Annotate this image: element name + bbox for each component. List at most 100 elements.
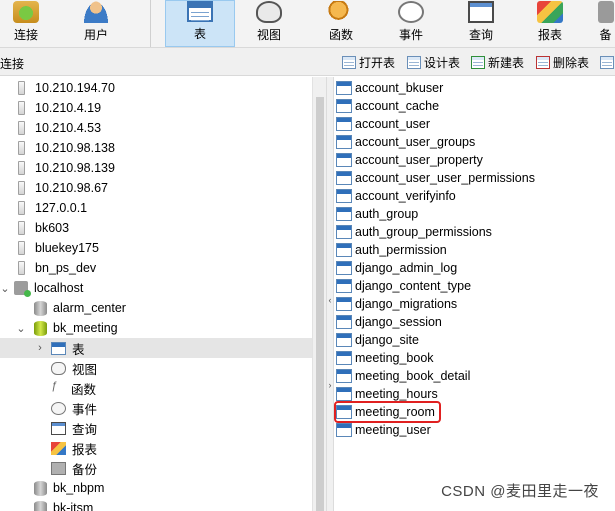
table-list-item[interactable]: auth_group_permissions (336, 223, 496, 241)
toolbar-button-view[interactable]: 视图 (240, 0, 298, 47)
toolbar-button-function[interactable]: 函数 (312, 0, 370, 47)
tree-item-events[interactable]: 事件 (0, 398, 312, 418)
main-toolbar: 连接 用户 表 视图 函数 事件 查询 报表 备 (0, 0, 615, 48)
tree-item-host[interactable]: ⌄ localhost (0, 278, 312, 298)
backup-icon (597, 1, 614, 23)
tree-item-database[interactable]: bk_nbpm (0, 478, 312, 498)
table-list-item[interactable]: auth_permission (336, 241, 451, 259)
table-list-item[interactable]: account_verifyinfo (336, 187, 460, 205)
tree-item-views[interactable]: 视图 (0, 358, 312, 378)
chevron-right-icon[interactable]: › (35, 342, 45, 354)
table-icon (187, 1, 213, 22)
table-list-item[interactable]: meeting_book (336, 349, 438, 367)
table-list-item[interactable]: meeting_user (336, 421, 435, 439)
report-icon (537, 1, 563, 23)
toolbar-label: 视图 (256, 28, 281, 42)
tree-item-label: 视图 (72, 362, 98, 377)
tree-item-server[interactable]: bn_ps_dev (0, 258, 312, 278)
event-icon (51, 401, 66, 415)
tree-item-database[interactable]: alarm_center (0, 298, 312, 318)
toolbar-button-event[interactable]: 事件 (382, 0, 440, 47)
scrollbar-thumb[interactable] (316, 97, 324, 511)
function-icon: ƒ (51, 380, 58, 392)
server-icon (18, 141, 25, 155)
tree-item-server[interactable]: 10.210.194.70 (0, 78, 312, 98)
table-list-item[interactable]: account_cache (336, 97, 443, 115)
table-icon (336, 135, 352, 149)
chevron-down-icon[interactable]: ⌄ (0, 282, 10, 295)
tree-item-server[interactable]: 10.210.98.139 (0, 158, 312, 178)
table-icon (336, 81, 352, 95)
tree-item-label: bk_meeting (53, 321, 118, 335)
tree-item-tables[interactable]: › 表 (0, 338, 312, 358)
table-list-item[interactable]: django_content_type (336, 277, 475, 295)
table-list-item[interactable]: auth_group (336, 205, 422, 223)
tree-item-database[interactable]: bk-itsm (0, 498, 312, 511)
tree-item-server[interactable]: 10.210.4.53 (0, 118, 312, 138)
chevron-down-icon[interactable]: ⌄ (16, 322, 26, 335)
tree-item-label: 函数 (71, 382, 97, 397)
delete-table-icon (536, 55, 550, 69)
tree-item-functions[interactable]: ƒ 函数 (0, 378, 312, 398)
toolbar-label: 查询 (468, 28, 493, 42)
toolbar-button-report[interactable]: 报表 (521, 0, 579, 47)
table-name: meeting_room (355, 405, 435, 419)
more-actions-button[interactable] (600, 53, 615, 71)
server-icon (18, 241, 25, 255)
table-list-item[interactable]: django_session (336, 313, 446, 331)
server-icon (18, 201, 25, 215)
tree-item-queries[interactable]: 查询 (0, 418, 312, 438)
table-list-item[interactable]: account_user_groups (336, 133, 479, 151)
tree-item-server[interactable]: 127.0.0.1 (0, 198, 312, 218)
toolbar-button-table[interactable]: 表 (165, 0, 235, 47)
tree-item-label: 127.0.0.1 (35, 201, 88, 215)
table-list-item[interactable]: account_user_property (336, 151, 487, 169)
table-name: account_user (355, 117, 431, 131)
tree-item-server[interactable]: bluekey175 (0, 238, 312, 258)
table-list-item[interactable]: account_user (336, 115, 434, 133)
tree-item-label: alarm_center (53, 301, 126, 315)
table-name: django_content_type (355, 279, 472, 293)
table-icon (600, 55, 614, 69)
tree-item-reports[interactable]: 报表 (0, 438, 312, 458)
table-list-item[interactable]: django_site (336, 331, 423, 349)
table-list-item[interactable]: account_user_user_permissions (336, 169, 539, 187)
toolbar-button-user[interactable]: 用户 (70, 0, 122, 47)
table-name: meeting_hours (355, 387, 438, 401)
table-list-item[interactable]: django_migrations (336, 295, 461, 313)
tree-item-database[interactable]: ⌄ bk_meeting (0, 318, 312, 338)
connection-tree: 10.210.194.70 10.210.4.19 10.210.4.53 10… (0, 77, 326, 511)
tree-item-server[interactable]: 10.210.98.67 (0, 178, 312, 198)
toolbar-button-backup[interactable]: 备 (596, 0, 615, 47)
table-name: django_session (355, 315, 442, 329)
tree-item-backups[interactable]: 备份 (0, 458, 312, 478)
delete-table-button[interactable]: 删除表 (536, 53, 589, 71)
pane-splitter[interactable]: ‹ › (326, 77, 334, 511)
tree-item-server[interactable]: bk603 (0, 218, 312, 238)
design-table-button[interactable]: 设计表 (407, 53, 460, 71)
collapse-left-icon[interactable]: ‹ (327, 295, 333, 305)
toolbar-button-query[interactable]: 查询 (452, 0, 510, 47)
tree-item-server[interactable]: 10.210.4.19 (0, 98, 312, 118)
tree-scrollbar[interactable] (312, 77, 326, 511)
open-table-label: 打开表 (359, 55, 396, 70)
open-table-button[interactable]: 打开表 (342, 53, 395, 71)
design-table-label: 设计表 (424, 55, 461, 70)
table-icon (336, 297, 352, 311)
toolbar-button-connection[interactable]: 连接 (0, 0, 52, 47)
table-list-item[interactable]: meeting_book_detail (336, 367, 474, 385)
connection-icon (13, 1, 39, 23)
tree-item-server[interactable]: 10.210.98.138 (0, 138, 312, 158)
table-icon (336, 405, 352, 419)
tree-item-label: bn_ps_dev (35, 261, 97, 275)
new-table-button[interactable]: 新建表 (471, 53, 524, 71)
table-list-item[interactable]: meeting_room (334, 401, 441, 423)
collapse-right-icon[interactable]: › (327, 380, 333, 390)
table-list: account_bkuser account_cache account_usera… (334, 77, 615, 511)
table-list-item[interactable]: django_admin_log (336, 259, 461, 277)
table-icon (336, 153, 352, 167)
database-icon (34, 300, 47, 316)
tree-item-label: 备份 (72, 462, 98, 477)
table-list-item[interactable]: meeting_hours (336, 385, 442, 403)
table-list-item[interactable]: account_bkuser (336, 79, 447, 97)
